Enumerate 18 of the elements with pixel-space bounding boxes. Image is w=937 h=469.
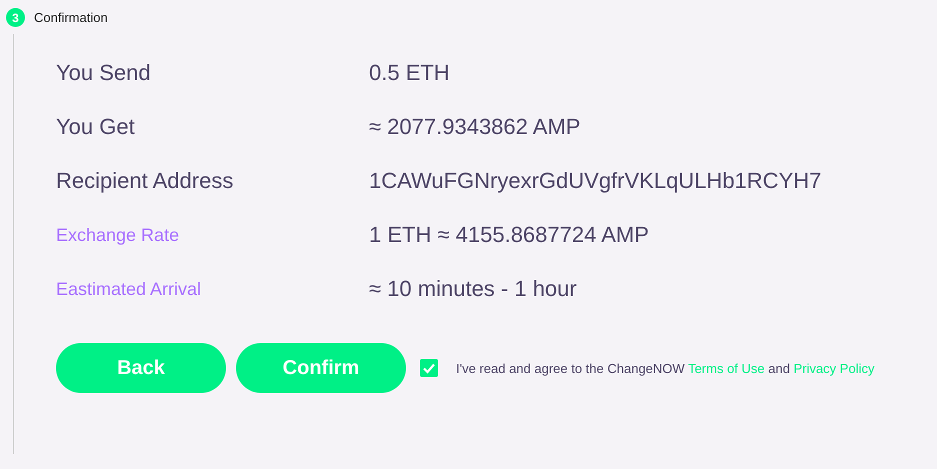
detail-label: You Send <box>56 60 152 86</box>
detail-value: 1CAWuFGNryexrGdUVgfrVKLqULHb1RCYH7 <box>369 168 822 194</box>
agree-checkbox[interactable] <box>420 359 438 377</box>
terms-link[interactable]: Terms of Use <box>688 360 765 376</box>
detail-label: Recipient Address <box>56 168 234 194</box>
confirm-button[interactable]: Confirm <box>236 343 406 393</box>
back-button[interactable]: Back <box>56 343 226 393</box>
detail-label: Eastimated Arrival <box>56 278 202 300</box>
agreement-text: I've read and agree to the ChangeNOW Terms of Use and Privacy Policy <box>456 360 874 376</box>
detail-label: You Get <box>56 114 136 140</box>
privacy-link[interactable]: Privacy Policy <box>794 360 874 376</box>
step-number: 3 <box>6 8 25 27</box>
step-title: Confirmation <box>34 10 108 25</box>
detail-label: Exchange Rate <box>56 224 180 246</box>
detail-value: 0.5 ETH <box>369 60 450 86</box>
detail-value: 1 ETH ≈ 4155.8687724 AMP <box>369 222 649 248</box>
detail-value: ≈ 2077.9343862 AMP <box>369 114 580 140</box>
detail-value: ≈ 10 minutes - 1 hour <box>369 276 577 302</box>
